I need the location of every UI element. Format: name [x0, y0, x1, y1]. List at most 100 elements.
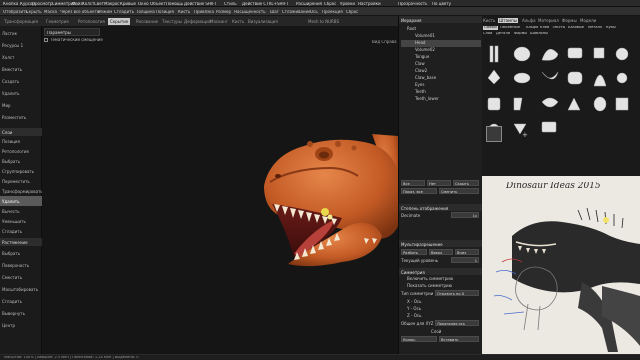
tab-item[interactable]: Геометрия [44, 18, 71, 25]
tree-item[interactable]: Eyes [401, 82, 481, 89]
tab-item[interactable]: Трансформация [2, 18, 40, 25]
toolbar-item[interactable]: Шаг [270, 10, 279, 14]
toolbar-item[interactable]: Проекция [322, 10, 343, 14]
left-panel-item[interactable]: Разместить [0, 112, 42, 122]
brush-subtab[interactable]: Клей [540, 26, 549, 30]
add-stamp-button[interactable]: + [522, 132, 528, 139]
subdiv-section-title[interactable]: Мультиразрешение [399, 240, 483, 247]
brush-subtab[interactable]: Слои [483, 32, 492, 36]
tree-item[interactable]: Volume01 [401, 33, 481, 40]
params-panel[interactable]: Параметры [44, 28, 100, 36]
menu-item[interactable]: Сброс [324, 2, 336, 6]
level-down-button[interactable]: Вниз [455, 249, 479, 255]
level-up-button[interactable]: Вверх [429, 249, 453, 255]
left-panel-item[interactable]: Ретопология [0, 146, 42, 156]
left-panel-item[interactable]: Выбрать [0, 156, 42, 166]
show-all-button[interactable]: Показ. все [401, 188, 437, 194]
tree-item[interactable]: Claw [401, 61, 481, 68]
select-all-button[interactable]: Все [401, 180, 425, 186]
left-panel-item[interactable]: Масштабировать [0, 284, 42, 294]
menu-item[interactable]: Стиль [224, 2, 237, 6]
dinosaur-model[interactable] [42, 26, 398, 354]
menu-item[interactable]: Кривые [120, 2, 136, 6]
copy-button[interactable]: Копир. [401, 336, 437, 342]
tab-item[interactable]: Ретопология [76, 18, 107, 25]
left-panel-item[interactable]: Вычесть [0, 206, 42, 216]
axis-z-checkbox[interactable]: Z - Ось [401, 313, 481, 320]
toolbar-item[interactable]: Режим [98, 10, 112, 14]
left-panel-section-layers[interactable]: Слои [0, 128, 42, 136]
subdiv-level-slider[interactable]: 1 [451, 257, 479, 263]
toolbar-item[interactable]: Маска [44, 10, 57, 14]
tab-item[interactable]: Визуализация [246, 18, 280, 25]
display-section-title[interactable]: Степень отображения [399, 204, 483, 211]
tree-item[interactable]: Volume02 [401, 47, 481, 54]
menu-item[interactable]: Уровни [340, 2, 355, 6]
left-panel-item[interactable]: Переместить [0, 176, 42, 186]
select-none-button[interactable]: Нет [427, 180, 451, 186]
brush-subtab[interactable]: Тексты [552, 26, 565, 30]
reference-image[interactable]: Dinosaur Ideas 2015 [482, 176, 640, 354]
paste-button[interactable]: Вставить [439, 336, 479, 342]
symmetry-section-title[interactable]: Симметрия [399, 268, 483, 275]
tree-item-selected[interactable]: Head [401, 40, 481, 47]
stamp-selected-thumb[interactable] [486, 126, 502, 142]
brush-tab[interactable]: Формы [562, 18, 577, 23]
toolbar-item[interactable]: Сгладить [114, 10, 134, 14]
sym-enable-checkbox[interactable]: Включить симметрию [401, 276, 481, 283]
left-panel-item[interactable]: Центр [0, 320, 42, 330]
toolbar-item[interactable]: Позиция [156, 10, 174, 14]
tree-item[interactable]: Teeth_lower [401, 96, 481, 103]
menu-item[interactable]: Прозрачность [398, 2, 427, 6]
brush-tab-active[interactable]: Штампы [498, 18, 518, 23]
menu-item[interactable]: Холст [82, 2, 94, 6]
checkbox[interactable] [44, 38, 48, 42]
left-panel-item[interactable]: Ресурсы 1 [0, 40, 42, 50]
left-panel-item[interactable]: Сгруппировать [0, 166, 42, 176]
brush-tab[interactable]: Модели [580, 18, 596, 23]
left-panel-item-active[interactable]: Удалить [0, 196, 42, 206]
toolbar-item[interactable]: Отобразить [3, 10, 28, 14]
brush-subtab[interactable]: Металл [588, 26, 602, 30]
subdivide-button[interactable]: Разбить [401, 249, 427, 255]
left-panel-item[interactable]: Создать [0, 76, 42, 86]
left-panel-item[interactable]: Позиция [0, 136, 42, 146]
menu-item[interactable]: Действие SHIFT [184, 2, 217, 6]
hide-button[interactable]: Скрыть [453, 180, 479, 186]
left-panel-section-stretch[interactable]: Растяжение [0, 238, 42, 246]
brush-subtab[interactable]: Кубы [606, 26, 616, 30]
toolbar-item[interactable]: Скрыть [26, 10, 42, 14]
tab-item[interactable]: Маскинг [208, 18, 230, 25]
offset-select[interactable]: Локальная ось [435, 320, 479, 326]
menu-item[interactable]: Объект [150, 2, 166, 6]
axis-x-checkbox[interactable]: X - Ось [401, 299, 481, 306]
tree-item[interactable]: Root [401, 26, 481, 33]
sym-mode-select[interactable]: Отразить по X [435, 290, 479, 296]
brush-tab[interactable]: Альфа [522, 18, 536, 23]
left-panel-item[interactable]: Ластик [0, 28, 42, 38]
brush-subtab[interactable]: Формы [514, 32, 527, 36]
left-panel-item[interactable]: Уменьшить [0, 216, 42, 226]
left-panel-item[interactable]: Выбрать [0, 248, 42, 258]
toolbar-item[interactable]: Через все объекты [60, 10, 100, 14]
left-panel-item[interactable]: Вывернуть [0, 308, 42, 318]
left-panel-item[interactable]: Сгладить [0, 226, 42, 236]
brush-subtab[interactable]: Шаблоны [530, 32, 548, 36]
left-panel-item[interactable]: Трансформировать [0, 186, 42, 196]
tab-item[interactable]: Mesh to NURBS [306, 18, 341, 25]
tab-item-active[interactable]: Скрытие [108, 18, 131, 25]
menu-item[interactable]: Свет [94, 2, 104, 6]
brush-subtab[interactable]: Альфа [526, 26, 538, 30]
toolbar-item[interactable]: Привязка [194, 10, 214, 14]
axis-y-checkbox[interactable]: Y - Ось [401, 306, 481, 313]
left-panel-item[interactable]: Поверхность [0, 260, 42, 270]
tree-item[interactable]: Tongue [401, 54, 481, 61]
tree-item[interactable]: Claw_base [401, 75, 481, 82]
brush-subtab[interactable]: Сферы [483, 26, 498, 30]
tab-item[interactable]: Текстуры [160, 18, 184, 25]
menu-item[interactable]: Кнопка [3, 2, 18, 6]
toolbar-item[interactable]: Сглаживание [282, 10, 311, 14]
toolbar-item[interactable]: Сброс [346, 10, 358, 14]
brush-tab[interactable]: Кисть [483, 18, 495, 23]
left-panel-item[interactable]: Удалить [0, 88, 42, 98]
